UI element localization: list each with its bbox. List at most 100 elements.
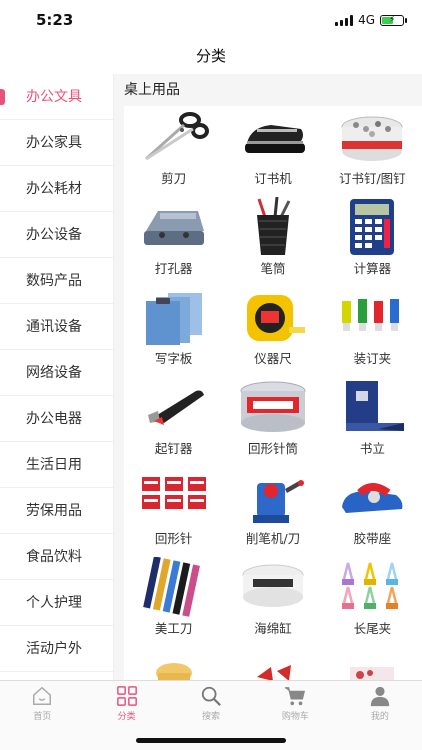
product-item-partial-2[interactable] [223, 646, 322, 680]
tab-cart[interactable]: 购物车 [253, 681, 337, 725]
product-item-paperclips[interactable]: 回形针 [124, 466, 223, 556]
utility-knife-icon [136, 556, 212, 618]
status-indicators: 4G ⚡ [335, 13, 407, 27]
section-title: 桌上用品 [114, 74, 422, 106]
tab-label: 我的 [370, 712, 389, 722]
tab-home[interactable]: 首页 [0, 681, 84, 725]
product-label: 回形针 [154, 531, 193, 546]
sidebar-item-office-stationery[interactable]: 办公文具 [0, 74, 113, 120]
status-time: 5:23 [36, 11, 74, 29]
binder-clip-icon [334, 556, 410, 618]
status-bar: 5:23 4G ⚡ [0, 0, 422, 40]
tab-label: 搜索 [202, 712, 221, 722]
nav-bar: 分类 [0, 40, 422, 74]
staple-remover-icon [136, 376, 212, 438]
product-label: 订书机 [254, 171, 292, 186]
person-icon [370, 686, 389, 707]
product-label: 仪器尺 [254, 351, 292, 366]
grid-icon [116, 686, 137, 706]
scissors-icon [136, 106, 212, 168]
network-type: 4G [358, 13, 375, 27]
tab-label: 分类 [117, 712, 136, 722]
product-label: 计算器 [353, 261, 392, 276]
product-item-bookend[interactable]: 书立 [323, 376, 422, 466]
product-label: 书立 [359, 441, 385, 456]
category-sidebar: 办公文具 办公家具 办公耗材 办公设备 数码产品 通讯设备 网络设备 办公电器 … [0, 74, 114, 680]
product-label: 胶带座 [353, 531, 392, 546]
product-item-sponge-cup[interactable]: 海绵缸 [223, 556, 322, 646]
category-content: 桌上用品 剪刀 订书机 订书钉/图钉 打孔器 笔筒 计算器 写字板 仪器尺 装订… [114, 74, 422, 680]
product-item-stapler[interactable]: 订书机 [223, 106, 322, 196]
product-label: 美工刀 [154, 621, 193, 636]
product-item-tape-measure[interactable]: 仪器尺 [223, 286, 322, 376]
search-icon [201, 686, 221, 706]
stapler-icon [235, 106, 311, 168]
tape-dispenser-icon [334, 466, 410, 528]
content-gutter [114, 106, 124, 680]
pen-holder-icon [235, 196, 311, 258]
product-label: 削笔机/刀 [245, 531, 301, 546]
home-indicator [136, 738, 286, 743]
product-label: 订书钉/图钉 [338, 171, 406, 186]
product-item-scissors[interactable]: 剪刀 [124, 106, 223, 196]
sidebar-item-office-consumables[interactable]: 办公耗材 [0, 166, 113, 212]
product-image-icon [334, 646, 410, 680]
product-label: 剪刀 [161, 171, 187, 186]
product-item-staple-remover[interactable]: 起钉器 [124, 376, 223, 466]
sidebar-item-office-equipment[interactable]: 办公设备 [0, 212, 113, 258]
pencil-sharpener-icon [235, 466, 311, 528]
paperclip-tube-icon [235, 376, 311, 438]
product-label: 打孔器 [154, 261, 193, 276]
sidebar-item-food-drinks[interactable]: 食品饮料 [0, 534, 113, 580]
tab-category[interactable]: 分类 [84, 681, 168, 725]
product-item-binding-clip[interactable]: 装订夹 [323, 286, 422, 376]
product-item-partial-1[interactable] [124, 646, 223, 680]
sponge-cup-icon [235, 556, 311, 618]
home-icon [33, 686, 52, 705]
bookend-icon [334, 376, 410, 438]
cart-icon [285, 687, 306, 706]
tab-profile[interactable]: 我的 [338, 681, 422, 725]
product-label: 装订夹 [353, 351, 392, 366]
sidebar-item-more[interactable] [0, 672, 113, 680]
signal-icon [335, 14, 354, 26]
tab-search[interactable]: 搜索 [169, 681, 253, 725]
sidebar-item-digital-products[interactable]: 数码产品 [0, 258, 113, 304]
product-item-utility-knife[interactable]: 美工刀 [124, 556, 223, 646]
product-item-pen-holder[interactable]: 笔筒 [223, 196, 322, 286]
product-label: 长尾夹 [353, 621, 392, 636]
product-item-calculator[interactable]: 计算器 [323, 196, 422, 286]
product-item-staples-pins[interactable]: 订书钉/图钉 [323, 106, 422, 196]
page-title: 分类 [195, 47, 226, 65]
sidebar-item-daily-necessities[interactable]: 生活日用 [0, 442, 113, 488]
product-item-partial-3[interactable] [323, 646, 422, 680]
sidebar-item-office-furniture[interactable]: 办公家具 [0, 120, 113, 166]
staples-icon [334, 106, 410, 168]
product-image-icon [235, 646, 311, 680]
binding-clip-icon [334, 286, 410, 348]
sidebar-item-network-devices[interactable]: 网络设备 [0, 350, 113, 396]
product-grid: 剪刀 订书机 订书钉/图钉 打孔器 笔筒 计算器 写字板 仪器尺 装订夹 起钉器… [124, 106, 422, 680]
sidebar-item-outdoor-activities[interactable]: 活动户外 [0, 626, 113, 672]
product-label: 回形针筒 [247, 441, 298, 456]
tape-measure-icon [235, 286, 311, 348]
product-item-paperclip-tube[interactable]: 回形针筒 [223, 376, 322, 466]
product-item-pencil-sharpener[interactable]: 削笔机/刀 [223, 466, 322, 556]
paperclip-box-icon [136, 466, 212, 528]
product-label: 海绵缸 [254, 621, 292, 636]
sidebar-item-communication-devices[interactable]: 通讯设备 [0, 304, 113, 350]
sidebar-item-labor-protection[interactable]: 劳保用品 [0, 488, 113, 534]
sidebar-item-office-appliances[interactable]: 办公电器 [0, 396, 113, 442]
calculator-icon [334, 196, 410, 258]
product-item-clipboard[interactable]: 写字板 [124, 286, 223, 376]
product-item-tape-dispenser[interactable]: 胶带座 [323, 466, 422, 556]
product-label: 写字板 [154, 351, 193, 366]
hole-punch-icon [136, 196, 212, 258]
product-item-hole-punch[interactable]: 打孔器 [124, 196, 223, 286]
product-item-binder-clip[interactable]: 长尾夹 [323, 556, 422, 646]
battery-icon: ⚡ [380, 14, 407, 26]
product-image-icon [136, 646, 212, 680]
sidebar-item-personal-care[interactable]: 个人护理 [0, 580, 113, 626]
product-label: 笔筒 [260, 261, 286, 276]
tab-label: 购物车 [281, 712, 309, 722]
